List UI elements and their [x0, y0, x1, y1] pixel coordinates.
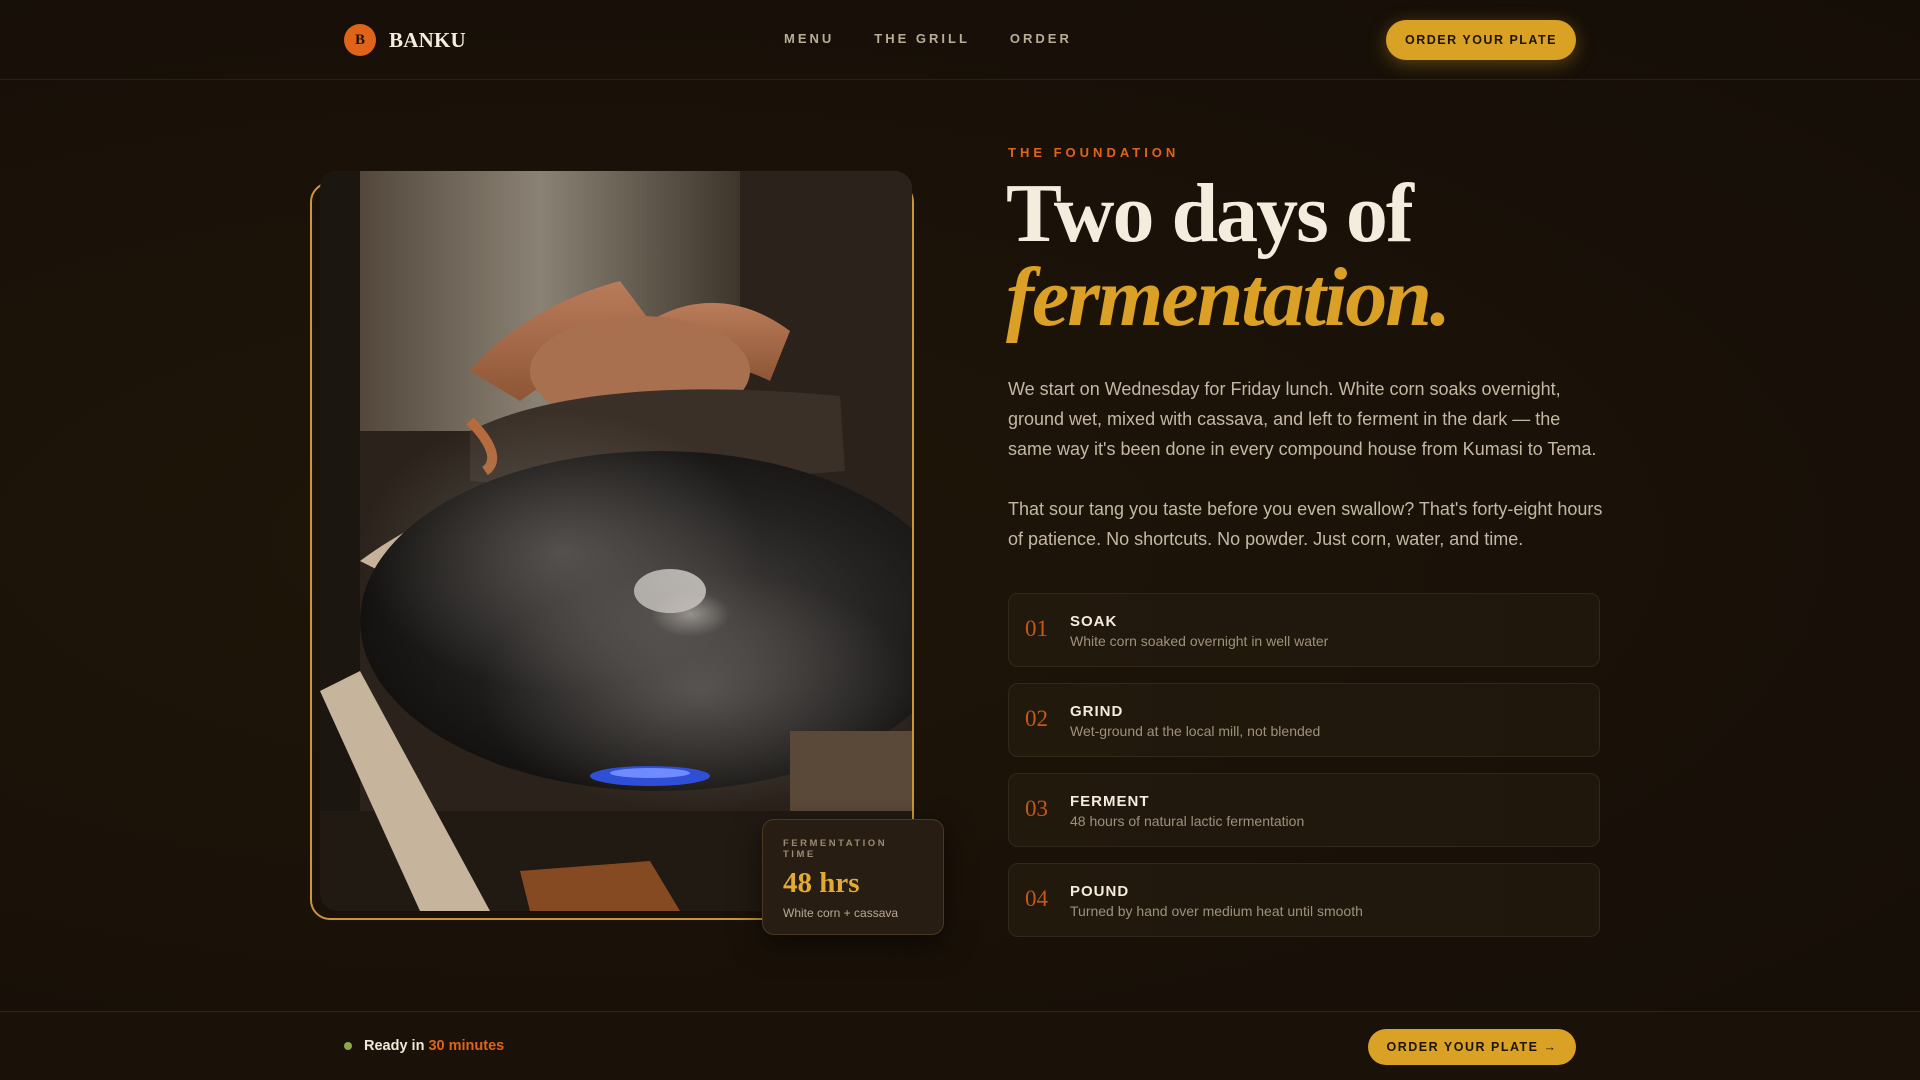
nav-link-menu[interactable]: MENU — [784, 31, 834, 46]
brand-name: BANKU — [389, 27, 466, 52]
brand-badge: B — [344, 24, 376, 56]
step-soak: 01 SOAK White corn soaked overnight in w… — [1008, 593, 1600, 667]
step-description: Turned by hand over medium heat until sm… — [1070, 903, 1363, 919]
main-nav: MENU THE GRILL ORDER — [784, 31, 1072, 46]
step-description: 48 hours of natural lactic fermentation — [1070, 813, 1305, 829]
page-title: Two days of fermentation. — [1006, 167, 1451, 344]
intro-paragraph: We start on Wednesday for Friday lunch. … — [1008, 379, 1597, 459]
step-pound: 04 POUND Turned by hand over medium heat… — [1008, 863, 1600, 937]
step-title: SOAK — [1070, 613, 1118, 630]
step-description: Wet-ground at the local mill, not blende… — [1070, 723, 1321, 739]
cooking-photo-illustration — [320, 171, 912, 911]
step-grind: 02 GRIND Wet-ground at the local mill, n… — [1008, 683, 1600, 757]
step-title: FERMENT — [1070, 793, 1150, 810]
nav-link-the-grill[interactable]: THE GRILL — [874, 31, 970, 46]
fermentation-time-card: FERMENTATION TIME 48 hrs White corn + ca… — [762, 819, 944, 935]
step-number: 04 — [1025, 886, 1048, 911]
cooking-photo — [320, 171, 912, 911]
step-ferment: 03 FERMENT 48 hours of natural lactic fe… — [1008, 773, 1600, 847]
footer-order-button[interactable]: ORDER YOUR PLATE → — [1368, 1029, 1576, 1065]
ready-text: Ready in 30 minutes — [364, 1038, 504, 1054]
stat-subtitle: White corn + cassava — [783, 906, 899, 920]
status-dot-icon — [344, 1042, 352, 1050]
headline-line-2: fermentation. — [1006, 251, 1451, 344]
headline-line-1: Two days of — [1006, 167, 1414, 260]
process-steps: 01 SOAK White corn soaked overnight in w… — [1008, 593, 1600, 953]
page: B BANKU MENU THE GRILL ORDER ORDER YOUR … — [0, 0, 1920, 1080]
site-header: B BANKU MENU THE GRILL ORDER ORDER YOUR … — [0, 0, 1920, 80]
brand-logo[interactable]: B BANKU — [344, 24, 466, 56]
step-number: 02 — [1025, 706, 1048, 731]
stat-label: FERMENTATION TIME — [783, 838, 888, 860]
nav-link-order[interactable]: ORDER — [1010, 31, 1072, 46]
tang-paragraph: That sour tang you taste before you even… — [1008, 499, 1603, 549]
step-number: 03 — [1025, 796, 1048, 821]
stat-value: 48 hrs — [783, 867, 860, 899]
ready-time: 30 minutes — [428, 1038, 505, 1054]
step-description: White corn soaked overnight in well wate… — [1070, 633, 1329, 649]
sticky-order-bar: Ready in 30 minutes ORDER YOUR PLATE → — [0, 1011, 1920, 1080]
ready-prefix: Ready in — [364, 1038, 425, 1054]
ready-status: Ready in 30 minutes — [344, 1038, 504, 1054]
order-your-plate-button[interactable]: ORDER YOUR PLATE — [1386, 20, 1576, 60]
section-eyebrow: THE FOUNDATION — [1008, 145, 1180, 160]
step-number: 01 — [1025, 616, 1048, 641]
step-title: POUND — [1070, 883, 1130, 900]
step-title: GRIND — [1070, 703, 1124, 720]
